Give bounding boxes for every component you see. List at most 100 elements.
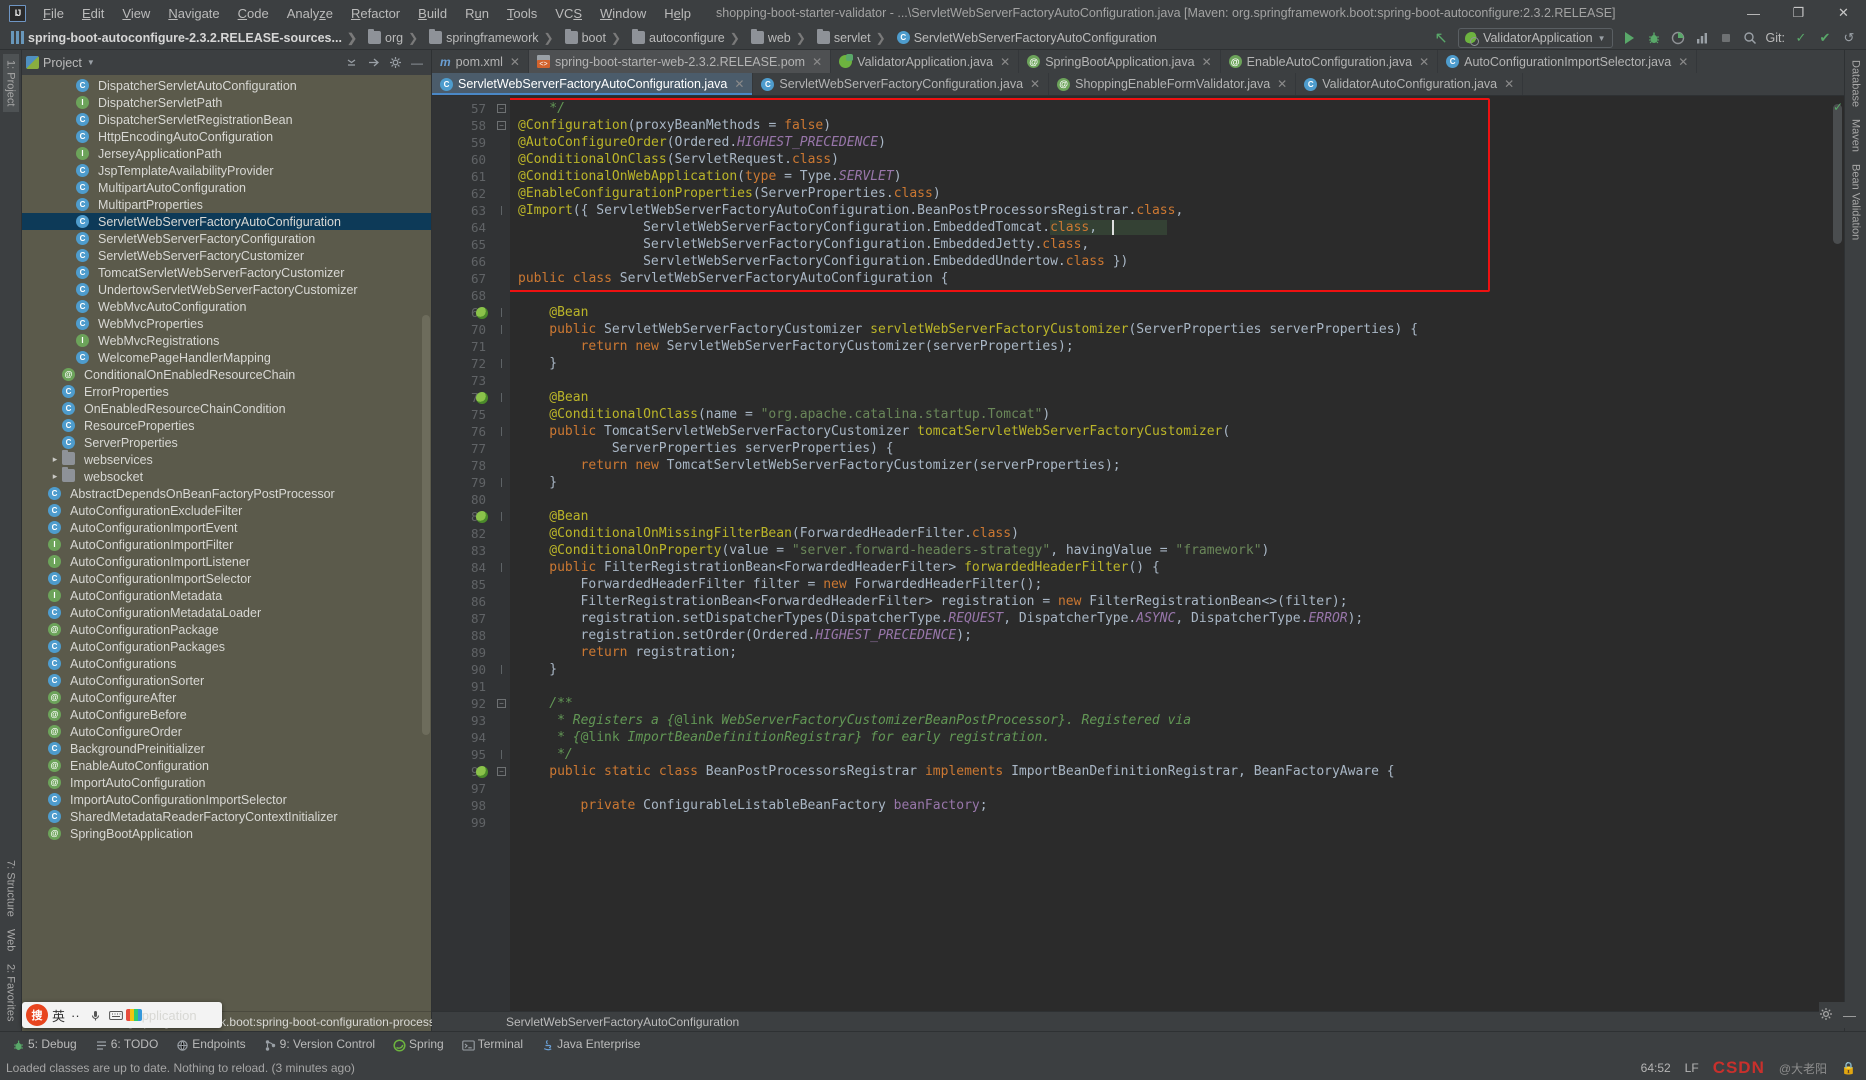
code-line[interactable]: registration.setOrder(Ordered.HIGHEST_PR… — [581, 627, 972, 644]
tool-window-bar[interactable]: 5: Debug 6: TODO Endpoints 9: Version Contr… — [0, 1031, 1866, 1056]
code-line[interactable]: @ConditionalOnProperty(value = "server.f… — [549, 542, 1269, 559]
chevron-down-icon[interactable]: ▼ — [87, 58, 95, 67]
tree-node[interactable]: I AutoConfigurationImportListener — [22, 553, 431, 570]
tree-node[interactable]: C AutoConfigurationPackages — [22, 638, 431, 655]
rail-button-project[interactable]: 1: Project — [2, 54, 19, 113]
editor-tab[interactable]: spring-boot-starter-web-2.3.2.RELEASE.po… — [528, 50, 832, 73]
profile-button[interactable] — [1691, 27, 1713, 49]
code-line[interactable]: FilterRegistrationBean<ForwardedHeaderFi… — [581, 593, 1348, 610]
menu-window[interactable]: Window — [591, 3, 655, 24]
editor-tab[interactable]: C AutoConfigurationImportSelector.java ✕ — [1438, 50, 1698, 73]
editor-tab[interactable]: @ EnableAutoConfiguration.java ✕ — [1220, 50, 1439, 73]
code-line[interactable]: ServletWebServerFactoryConfiguration.Emb… — [643, 219, 1097, 236]
editor-breadcrumb-label[interactable]: ServletWebServerFactoryAutoConfiguration — [506, 1015, 739, 1029]
code-line[interactable]: * {@link ImportBeanDefinitionRegistrar} … — [549, 729, 1050, 746]
close-tab-icon[interactable]: ✕ — [812, 55, 822, 69]
tool-window-button-endpoints[interactable]: Endpoints — [168, 1035, 253, 1053]
fold-marker-icon[interactable] — [497, 750, 506, 759]
code-line[interactable]: return registration; — [581, 644, 738, 661]
rail-button-structure[interactable]: 7: Structure — [3, 854, 19, 923]
tree-node[interactable]: C AutoConfigurations — [22, 655, 431, 672]
spring-bean-gutter-icon[interactable] — [476, 766, 488, 778]
tree-node[interactable]: C ErrorProperties — [22, 383, 431, 400]
tree-node[interactable]: C ImportAutoConfigurationImportSelector — [22, 791, 431, 808]
tool-window-button-java-enterprise[interactable]: Java Enterprise — [533, 1035, 648, 1053]
tree-node[interactable]: C DispatcherServletRegistrationBean — [22, 111, 431, 128]
lock-icon[interactable]: 🔒 — [1841, 1061, 1856, 1075]
ime-toolbar[interactable]: 搜 英 ·· pplication — [22, 1002, 222, 1028]
menu-vcs[interactable]: VCS — [546, 3, 591, 24]
code-line[interactable]: public FilterRegistrationBean<ForwardedH… — [549, 559, 1160, 576]
git-history-icon[interactable]: ↺ — [1838, 27, 1860, 49]
fold-marker-icon[interactable] — [497, 478, 506, 487]
breadcrumb-springframework[interactable]: springframework ❯ — [426, 29, 561, 46]
chevron-down-icon[interactable]: ▼ — [1598, 34, 1606, 43]
tree-node[interactable]: C SharedMetadataReaderFactoryContextIniti… — [22, 808, 431, 825]
close-tab-icon[interactable]: ✕ — [1000, 55, 1010, 69]
close-button[interactable]: ✕ — [1821, 0, 1866, 26]
tree-node[interactable]: @ AutoConfigureOrder — [22, 723, 431, 740]
code-line[interactable]: } — [549, 661, 557, 678]
code-line[interactable]: @ConditionalOnClass(ServletRequest.class… — [518, 151, 839, 168]
code-line[interactable]: ForwardedHeaderFilter filter = new Forwa… — [581, 576, 1043, 593]
caret-position[interactable]: 64:52 — [1641, 1061, 1671, 1075]
code-line[interactable]: @EnableConfigurationProperties(ServerPro… — [518, 185, 941, 202]
editor-scrollbar[interactable]: ✓ — [1831, 96, 1844, 1011]
sogou-ime-icon[interactable]: 搜 — [26, 1004, 48, 1026]
tree-node[interactable]: C ServletWebServerFactoryConfiguration — [22, 230, 431, 247]
tree-node[interactable]: C WelcomePageHandlerMapping — [22, 349, 431, 366]
spring-bean-gutter-icon[interactable] — [476, 307, 488, 319]
code-folding-gutter[interactable]: − − − − — [494, 96, 510, 1011]
menu-code[interactable]: Code — [229, 3, 278, 24]
tree-node[interactable]: C HttpEncodingAutoConfiguration — [22, 128, 431, 145]
code-line[interactable]: ServletWebServerFactoryConfiguration.Emb… — [643, 236, 1089, 253]
code-line[interactable]: } — [549, 474, 557, 491]
project-tree[interactable]: C DispatcherServletAutoConfiguration I Disp… — [22, 75, 431, 1011]
tree-node[interactable]: C MultipartAutoConfiguration — [22, 179, 431, 196]
close-tab-icon[interactable]: ✕ — [734, 77, 744, 91]
tree-node[interactable]: C MultipartProperties — [22, 196, 431, 213]
code-line[interactable]: /** — [549, 695, 572, 712]
rail-button-favorites[interactable]: 2: Favorites — [3, 958, 19, 1027]
project-panel-title[interactable]: Project ▼ — [43, 56, 95, 70]
tree-node[interactable]: C ResourceProperties — [22, 417, 431, 434]
tree-node[interactable]: I JerseyApplicationPath — [22, 145, 431, 162]
menu-tools[interactable]: Tools — [498, 3, 546, 24]
breadcrumb-servlet[interactable]: servlet ❯ — [814, 29, 894, 46]
fold-marker-icon[interactable]: − — [497, 104, 506, 113]
editor-tab[interactable]: ValidatorApplication.java ✕ — [831, 50, 1020, 73]
close-tab-icon[interactable]: ✕ — [1419, 55, 1429, 69]
rail-button-maven[interactable]: Maven — [1848, 113, 1864, 158]
editor-tab[interactable]: C ServletWebServerFactoryConfiguration.ja… — [753, 73, 1050, 95]
tree-node[interactable]: @ AutoConfigureBefore — [22, 706, 431, 723]
editor-tab[interactable]: @ ShoppingEnableFormValidator.java ✕ — [1049, 73, 1297, 95]
tree-node[interactable]: @ SpringBootApplication — [22, 825, 431, 842]
fold-marker-icon[interactable]: − — [497, 699, 506, 708]
run-configuration-selector[interactable]: ValidatorApplication ▼ — [1458, 28, 1613, 48]
palette-icon[interactable] — [125, 1009, 142, 1021]
tool-window-button-debug[interactable]: 5: Debug — [4, 1035, 85, 1053]
debug-button[interactable] — [1643, 27, 1665, 49]
tree-node[interactable]: C WebMvcProperties — [22, 315, 431, 332]
tree-node[interactable]: C AutoConfigurationImportSelector — [22, 570, 431, 587]
menu-edit[interactable]: Edit — [73, 3, 113, 24]
spring-bean-gutter-icon[interactable] — [476, 392, 488, 404]
tree-node[interactable]: @ ImportAutoConfiguration — [22, 774, 431, 791]
spring-bean-gutter-icon[interactable] — [476, 511, 488, 523]
hide-panel-icon[interactable]: — — [407, 53, 427, 73]
code-line[interactable]: @Configuration(proxyBeanMethods = false) — [518, 117, 831, 134]
breadcrumb-web[interactable]: web ❯ — [748, 29, 814, 46]
search-everywhere-icon[interactable] — [1739, 27, 1761, 49]
editor-tab[interactable]: m pom.xml ✕ — [432, 50, 529, 73]
code-line[interactable]: ServletWebServerFactoryConfiguration.Emb… — [643, 253, 1128, 270]
menu-refactor[interactable]: Refactor — [342, 3, 409, 24]
code-line[interactable]: @ConditionalOnMissingFilterBean(Forwarde… — [549, 525, 1019, 542]
maximize-button[interactable]: ❐ — [1776, 0, 1821, 26]
menu-help[interactable]: Help — [655, 3, 700, 24]
settings-icon[interactable] — [1819, 1007, 1833, 1024]
rail-button-web[interactable]: Web — [3, 923, 19, 957]
tree-node[interactable]: @ AutoConfigureAfter — [22, 689, 431, 706]
code-line[interactable]: */ — [549, 100, 565, 117]
menu-analyze[interactable]: Analyze — [278, 3, 342, 24]
tree-scrollbar[interactable] — [422, 315, 430, 735]
